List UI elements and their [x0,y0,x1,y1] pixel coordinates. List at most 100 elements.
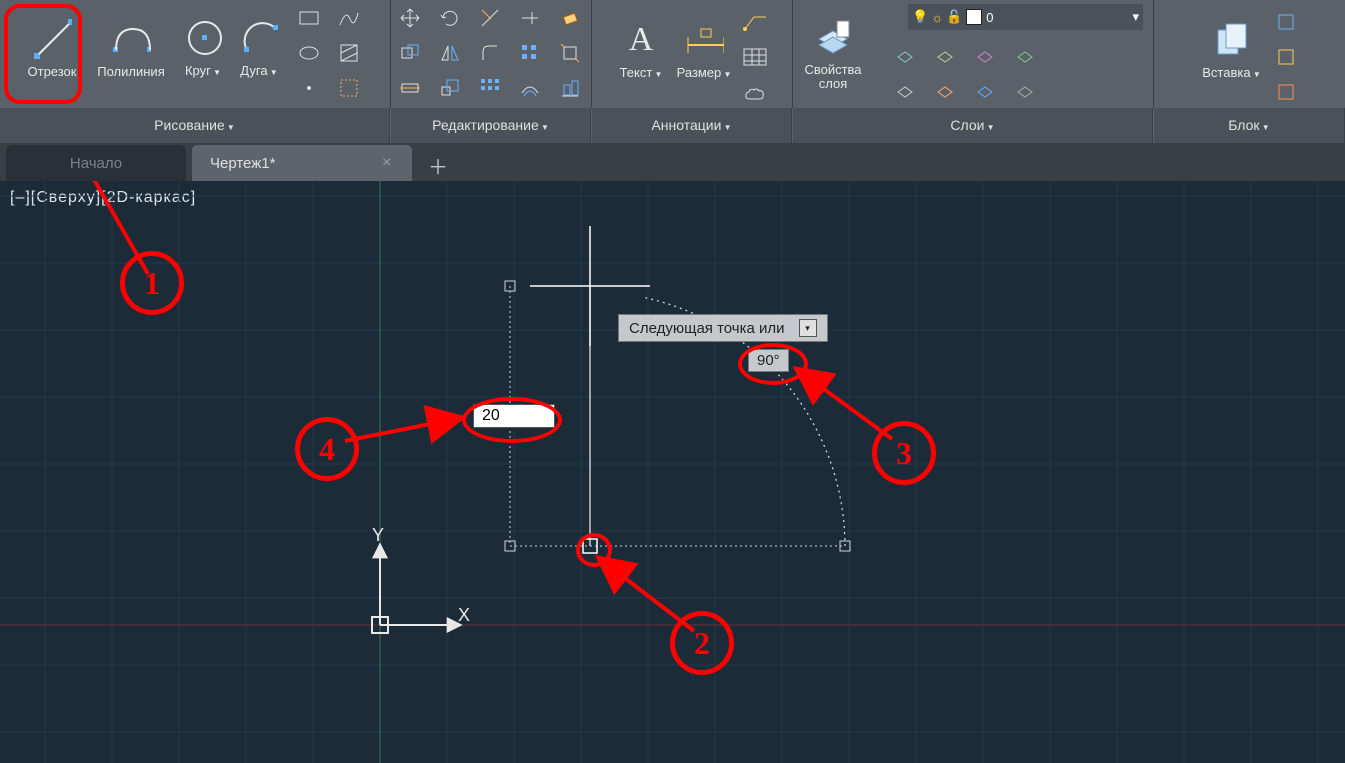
dimension-tool-label: Размер [677,66,732,82]
stretch-tool-button[interactable] [392,73,428,104]
lock-icon: 🔓 [946,9,962,25]
scale-tool-button[interactable] [432,73,468,104]
dimension-tool-button[interactable]: Размер [671,1,737,101]
text-tool-label: Текст [620,66,663,82]
layer-freeze-button[interactable] [927,38,963,69]
text-icon: A [621,20,661,60]
polyline-icon [111,19,151,59]
drawing-canvas[interactable]: [–][Сверху][2D-каркас] X Y [0,181,1345,763]
dynamic-input-tooltip: Следующая точка или ▾ [618,314,828,342]
callout-frame-2 [576,533,612,567]
panel-annotation-title[interactable]: Аннотации [592,108,792,143]
circle-tool-label: Круг [185,64,221,80]
offset-tool-button[interactable] [512,73,548,104]
panel-annotation: A Текст Размер Аннотации [592,0,793,108]
line-tool-label: Отрезок [28,65,77,79]
arc-tool-label: Дуга [240,64,277,80]
insert-block-label: Вставка [1202,66,1260,82]
ribbon: Отрезок Полилиния Круг [0,0,1345,143]
layer-combo[interactable]: 💡 ☼ 🔓 0 ▾ [908,4,1143,30]
close-icon[interactable]: × [382,154,400,172]
region-tool-button[interactable] [331,73,367,104]
tab-start-label: Начало [70,155,122,172]
svg-text:Y: Y [372,525,384,545]
dynamic-angle-value: 90° [757,352,780,369]
erase-tool-button[interactable] [552,3,588,34]
line-tool-button[interactable]: Отрезок [17,0,87,99]
arc-tool-button[interactable]: Дуга [231,0,287,99]
svg-text:X: X [458,605,470,625]
arrayrect-tool-button[interactable] [472,73,508,104]
dynamic-input-tooltip-text: Следующая точка или [629,320,785,337]
tab-drawing-1[interactable]: Чертеж1* × [192,145,412,181]
extend-tool-button[interactable] [512,3,548,34]
modify-toolgrid [388,0,594,110]
explode-tool-button[interactable] [552,38,588,69]
document-tabbar: Начало Чертеж1* × ＋ [0,143,1345,181]
callout-number-4: 4 [295,417,359,481]
tab-start[interactable]: Начало [6,145,186,181]
panel-layers: Свойства слоя 💡 ☼ 🔓 0 ▾ [793,0,1154,108]
lightbulb-icon: 💡 [912,9,928,25]
panel-modify: Редактирование [391,0,592,108]
array-tool-button[interactable] [512,38,548,69]
layer-unisolate-button[interactable] [1007,73,1043,104]
move-tool-button[interactable] [392,3,428,34]
edit-block-button[interactable] [1268,42,1304,73]
polyline-tool-button[interactable]: Полилиния [87,0,175,99]
layer-properties-icon [813,17,853,57]
circle-icon [183,18,223,58]
sun-icon: ☼ [931,10,943,25]
panel-layers-title[interactable]: Слои [793,108,1153,143]
point-tool-button[interactable] [291,73,327,104]
draw-mini-toolgrid [287,0,373,110]
rotate-tool-button[interactable] [432,3,468,34]
table-tool-button[interactable] [737,42,773,73]
hatch-tool-button[interactable] [331,38,367,69]
create-block-button[interactable] [1268,7,1304,38]
cloud-tool-button[interactable] [737,77,773,108]
panel-draw: Отрезок Полилиния Круг [0,0,391,108]
panel-modify-title[interactable]: Редактирование [391,108,591,143]
edit-attributes-button[interactable] [1268,77,1304,108]
copy-tool-button[interactable] [392,38,428,69]
circle-tool-button[interactable]: Круг [175,0,231,99]
callout-number-3: 3 [872,421,936,485]
line-icon [32,19,72,59]
text-tool-button[interactable]: A Текст [611,1,671,101]
panel-draw-title[interactable]: Рисование [0,108,390,143]
panel-block: Вставка Блок [1154,0,1345,108]
dimension-icon [684,20,724,60]
canvas-geometry: X Y [0,181,1345,763]
insert-block-button[interactable]: Вставка [1196,1,1268,101]
fillet-tool-button[interactable] [472,38,508,69]
layer-previous-button[interactable] [927,73,963,104]
viewport-controls-label[interactable]: [–][Сверху][2D-каркас] [10,189,196,207]
callout-number-1: 1 [120,251,184,315]
layer-color-swatch [966,9,982,25]
chevron-down-icon: ▾ [1132,9,1139,25]
dynamic-angle-field[interactable]: 90° [748,349,789,372]
panel-block-title[interactable]: Блок [1154,108,1345,143]
trim-tool-button[interactable] [472,3,508,34]
align-tool-button[interactable] [552,73,588,104]
dynamic-length-input[interactable]: 20 [473,404,555,428]
layer-properties-button[interactable]: Свойства слоя [793,4,873,104]
layer-make-current-button[interactable] [1007,38,1043,69]
new-tab-button[interactable]: ＋ [422,149,454,181]
spline-tool-button[interactable] [331,3,367,34]
layer-off-button[interactable] [887,38,923,69]
rectangle-tool-button[interactable] [291,3,327,34]
layer-lock-button[interactable] [967,38,1003,69]
callout-number-2: 2 [670,611,734,675]
arc-icon [239,18,279,58]
layer-match-button[interactable] [887,73,923,104]
mirror-tool-button[interactable] [432,38,468,69]
layer-isolate-button[interactable] [967,73,1003,104]
polyline-tool-label: Полилиния [97,65,164,79]
leader-tool-button[interactable] [737,7,773,38]
insert-block-icon [1212,20,1252,60]
ellipse-tool-button[interactable] [291,38,327,69]
tab-drawing-1-label: Чертеж1* [210,155,275,172]
dynamic-input-options-icon[interactable]: ▾ [799,319,817,337]
